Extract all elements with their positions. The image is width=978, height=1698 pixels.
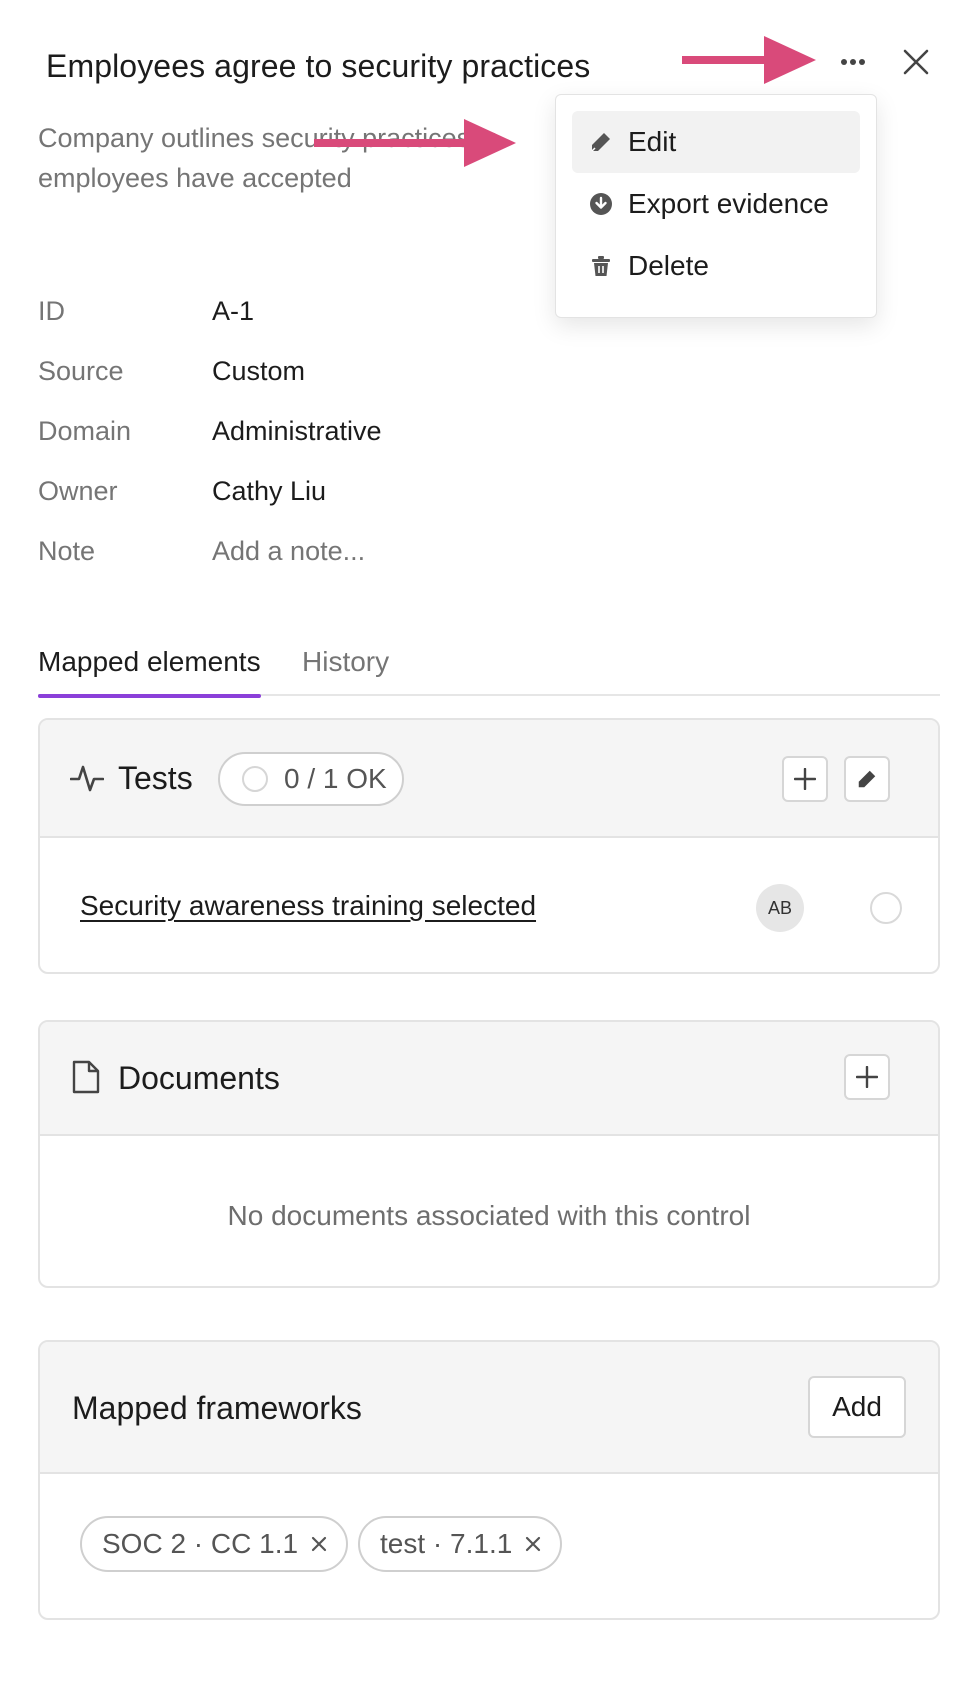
property-label: Source: [38, 356, 124, 386]
property-value: A-1: [212, 296, 255, 326]
remove-chip-icon[interactable]: [310, 1535, 328, 1553]
annotation-arrow-icon: [682, 36, 816, 84]
documents-empty-state: No documents associated with this contro…: [227, 1200, 751, 1231]
note-input[interactable]: Add a note...: [212, 536, 365, 567]
menu-item-label: Delete: [628, 250, 709, 281]
page-title: Employees agree to security practices: [46, 48, 591, 84]
control-description: Company outlines security practices in e…: [38, 118, 558, 198]
owner-value[interactable]: Cathy Liu: [212, 476, 326, 507]
tab-history[interactable]: History: [302, 646, 389, 694]
documents-body: No documents associated with this contro…: [40, 1136, 938, 1286]
frameworks-title: Mapped frameworks: [72, 1390, 362, 1426]
documents-title: Documents: [118, 1060, 280, 1096]
frameworks-card-header: Mapped frameworks Add: [40, 1342, 938, 1474]
more-options-button[interactable]: [832, 42, 874, 82]
property-label: Note: [38, 536, 96, 566]
tests-card-header: Tests 0 / 1 OK: [40, 720, 938, 838]
add-document-button[interactable]: [844, 1054, 890, 1100]
add-test-button[interactable]: [782, 756, 828, 802]
activity-icon: [70, 765, 104, 792]
framework-chip: test · 7.1.1: [358, 1516, 563, 1572]
document-icon: [72, 1060, 100, 1094]
description-line-2: employees have accepted: [38, 163, 352, 193]
pencil-icon: [588, 129, 614, 155]
tests-card: Tests 0 / 1 OK Security awareness traini…: [38, 718, 940, 974]
test-row: Security awareness training selected AB: [40, 838, 938, 972]
menu-item-label: Export evidence: [628, 188, 829, 219]
tests-status-text: 0 / 1 OK: [284, 763, 387, 794]
more-horizontal-icon: [841, 59, 865, 65]
tests-title: Tests: [118, 760, 193, 796]
close-button[interactable]: [896, 42, 936, 82]
tests-status-badge: 0 / 1 OK: [218, 752, 404, 806]
documents-card: Documents No documents associated with t…: [38, 1020, 940, 1288]
add-framework-button[interactable]: Add: [808, 1376, 906, 1438]
property-label: Domain: [38, 416, 132, 446]
property-value: Administrative: [212, 416, 382, 446]
avatar: AB: [756, 884, 804, 932]
frameworks-card: Mapped frameworks Add SOC 2 · CC 1.1 tes…: [38, 1340, 940, 1620]
description-line-1: Company outlines security practices in: [38, 123, 499, 153]
edit-tests-button[interactable]: [844, 756, 890, 802]
property-label: ID: [38, 296, 65, 326]
framework-chip-label: SOC 2 · CC 1.1: [102, 1528, 299, 1559]
tab-mapped-elements[interactable]: Mapped elements: [38, 646, 261, 698]
menu-item-label: Edit: [628, 126, 677, 157]
close-icon: [903, 49, 929, 75]
framework-chip-label: test · 7.1.1: [380, 1528, 513, 1559]
property-label: Owner: [38, 476, 118, 506]
menu-item-edit[interactable]: Edit: [572, 111, 860, 173]
framework-chip: SOC 2 · CC 1.1: [80, 1516, 349, 1572]
options-menu: Edit Export evidence Delete: [555, 94, 877, 318]
documents-card-header: Documents: [40, 1022, 938, 1136]
remove-chip-icon[interactable]: [524, 1535, 542, 1553]
status-circle-icon: [242, 766, 268, 792]
pencil-icon: [858, 770, 876, 788]
menu-item-export-evidence[interactable]: Export evidence: [572, 173, 860, 235]
frameworks-body: SOC 2 · CC 1.1 test · 7.1.1: [40, 1474, 938, 1618]
test-status-icon: [870, 892, 902, 924]
trash-icon: [588, 253, 614, 279]
menu-item-delete[interactable]: Delete: [572, 235, 860, 297]
plus-icon: [794, 768, 816, 790]
property-value: Custom: [212, 356, 306, 386]
test-link[interactable]: Security awareness training selected: [80, 890, 536, 922]
download-circle-icon: [588, 191, 614, 217]
plus-icon: [856, 1066, 878, 1088]
tab-bar: Mapped elements History: [38, 646, 940, 698]
